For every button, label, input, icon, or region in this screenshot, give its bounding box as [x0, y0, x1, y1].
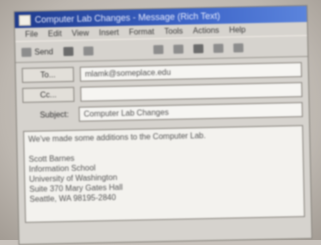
- menu-tools[interactable]: Tools: [164, 27, 183, 36]
- to-field[interactable]: mlamk@someplace.edu: [79, 61, 303, 82]
- menu-format[interactable]: Format: [129, 27, 155, 37]
- check-names-icon[interactable]: [172, 44, 184, 54]
- cc-button[interactable]: Cc...: [22, 86, 75, 103]
- address-book-icon[interactable]: [153, 44, 164, 54]
- subject-label: Subject:: [39, 109, 69, 120]
- to-row: To... mlamk@someplace.edu: [21, 61, 303, 83]
- message-headers: To... mlamk@someplace.edu Cc... Subject:…: [16, 57, 309, 129]
- send-label: Send: [34, 46, 54, 57]
- menu-insert[interactable]: Insert: [99, 28, 119, 37]
- menu-actions[interactable]: Actions: [193, 26, 219, 36]
- menu-edit[interactable]: Edit: [48, 29, 62, 38]
- save-icon[interactable]: [63, 46, 74, 56]
- print-icon[interactable]: [83, 45, 94, 56]
- help-icon[interactable]: [232, 42, 244, 53]
- message-body[interactable]: We've made some additions to the Compute…: [23, 125, 305, 223]
- window-title: Computer Lab Changes - Message (Rich Tex…: [34, 10, 221, 25]
- cc-row: Cc...: [22, 81, 303, 103]
- envelope-icon: [18, 14, 31, 26]
- send-button[interactable]: Send: [21, 47, 53, 57]
- send-icon: [21, 47, 32, 57]
- options-icon[interactable]: [212, 43, 224, 53]
- menu-view[interactable]: View: [72, 29, 89, 38]
- to-button[interactable]: To...: [21, 66, 75, 83]
- attach-icon[interactable]: [192, 43, 204, 53]
- message-window: Computer Lab Changes - Message (Rich Tex…: [13, 4, 313, 245]
- cc-field[interactable]: [80, 81, 303, 102]
- subject-row: Subject: Computer Lab Changes: [23, 101, 303, 123]
- subject-field[interactable]: Computer Lab Changes: [78, 101, 303, 122]
- menu-help[interactable]: Help: [229, 25, 246, 34]
- menu-file[interactable]: File: [25, 30, 38, 39]
